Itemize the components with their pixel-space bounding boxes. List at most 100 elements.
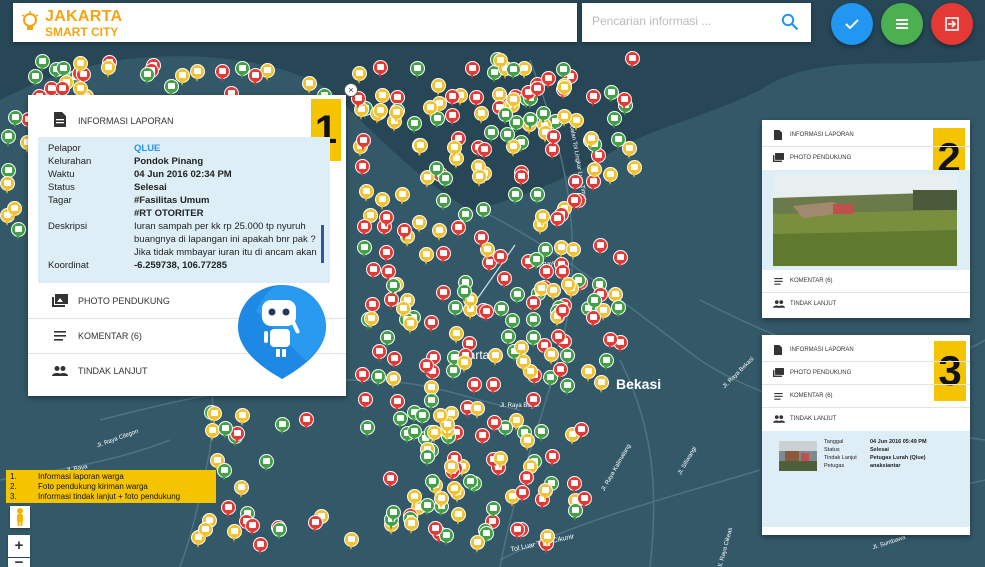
report-marker[interactable] (386, 351, 402, 370)
report-marker[interactable] (487, 414, 503, 434)
report-marker[interactable] (365, 261, 381, 281)
report-marker[interactable] (436, 245, 452, 265)
report-marker[interactable] (539, 528, 555, 548)
report-marker[interactable] (493, 300, 509, 320)
field-value[interactable]: QLUE (134, 143, 160, 154)
section-info-laporan[interactable]: INFORMASI LAPORAN (762, 124, 970, 147)
search-input[interactable] (590, 13, 774, 29)
report-marker[interactable] (587, 161, 603, 181)
report-marker[interactable] (529, 80, 545, 100)
report-marker[interactable] (235, 407, 251, 427)
report-marker[interactable] (447, 139, 463, 159)
report-marker[interactable] (351, 65, 367, 85)
report-marker[interactable] (525, 294, 541, 314)
report-marker[interactable] (355, 367, 371, 386)
report-marker[interactable] (355, 132, 371, 152)
report-marker[interactable] (568, 503, 584, 522)
report-marker[interactable] (357, 240, 373, 259)
report-marker[interactable] (626, 159, 642, 179)
report-marker[interactable] (450, 220, 466, 239)
report-marker[interactable] (428, 160, 444, 180)
support-photo[interactable] (773, 174, 957, 266)
section-komentar[interactable]: KOMENTAR (6) (762, 385, 970, 408)
report-marker[interactable] (566, 476, 582, 495)
report-marker[interactable] (378, 210, 394, 229)
report-marker[interactable] (493, 248, 509, 268)
report-marker[interactable] (308, 514, 324, 534)
report-marker[interactable] (174, 68, 190, 87)
report-marker[interactable] (252, 536, 268, 556)
report-marker[interactable] (423, 99, 439, 119)
report-marker[interactable] (488, 348, 504, 367)
report-marker[interactable] (586, 310, 602, 329)
report-marker[interactable] (275, 417, 291, 436)
report-marker[interactable] (394, 187, 410, 206)
report-marker[interactable] (513, 168, 529, 188)
pegman-icon[interactable] (10, 506, 30, 528)
report-marker[interactable] (358, 184, 374, 203)
report-marker[interactable] (198, 522, 214, 541)
report-marker[interactable] (505, 92, 521, 111)
report-marker[interactable] (526, 330, 542, 349)
report-marker[interactable] (190, 64, 206, 83)
menu-button[interactable] (881, 3, 923, 45)
report-marker[interactable] (587, 293, 603, 312)
report-marker[interactable] (73, 56, 89, 75)
report-marker[interactable] (426, 424, 442, 444)
report-marker[interactable] (525, 311, 541, 331)
report-marker[interactable] (302, 76, 318, 95)
report-marker[interactable] (28, 68, 44, 88)
report-marker[interactable] (6, 201, 22, 220)
report-marker[interactable] (364, 311, 380, 330)
report-marker[interactable] (259, 453, 275, 473)
report-marker[interactable] (396, 301, 412, 320)
report-marker[interactable] (7, 109, 23, 129)
report-marker[interactable] (427, 521, 443, 540)
report-marker[interactable] (508, 186, 524, 206)
report-marker[interactable] (436, 285, 452, 304)
report-marker[interactable] (475, 202, 491, 221)
logout-button[interactable] (931, 3, 973, 45)
report-marker[interactable] (556, 79, 572, 99)
report-marker[interactable] (218, 420, 234, 440)
check-button[interactable] (831, 3, 873, 45)
report-marker[interactable] (420, 448, 436, 468)
report-marker[interactable] (139, 66, 155, 86)
report-marker[interactable] (566, 192, 582, 212)
report-marker[interactable] (551, 328, 567, 348)
section-photo[interactable]: PHOTO PENDUKUNG (762, 362, 970, 385)
report-marker[interactable] (484, 125, 500, 144)
section-tindak-lanjut[interactable]: TINDAK LANJUT (762, 293, 970, 315)
report-marker[interactable] (383, 470, 399, 490)
report-marker[interactable] (418, 357, 434, 377)
report-marker[interactable] (214, 63, 230, 83)
report-marker[interactable] (431, 223, 447, 242)
report-marker[interactable] (396, 223, 412, 242)
report-marker[interactable] (457, 354, 473, 374)
report-marker[interactable] (359, 420, 375, 439)
report-marker[interactable] (271, 522, 287, 541)
report-marker[interactable] (486, 376, 502, 396)
report-marker[interactable] (550, 210, 566, 230)
report-marker[interactable] (505, 62, 521, 81)
report-marker[interactable] (101, 59, 117, 79)
report-marker[interactable] (412, 137, 428, 157)
report-marker[interactable] (544, 449, 560, 468)
report-marker[interactable] (245, 518, 261, 537)
report-marker[interactable] (411, 214, 427, 234)
report-marker[interactable] (616, 91, 632, 111)
report-marker[interactable] (499, 127, 515, 146)
report-marker[interactable] (565, 242, 581, 261)
report-marker[interactable] (375, 192, 391, 211)
report-marker[interactable] (557, 108, 573, 128)
zoom-out-button[interactable]: − (8, 558, 30, 567)
report-marker[interactable] (388, 104, 404, 124)
report-marker[interactable] (559, 348, 575, 367)
report-marker[interactable] (373, 60, 389, 79)
report-marker[interactable] (583, 130, 599, 150)
report-marker[interactable] (509, 522, 525, 541)
report-marker[interactable] (496, 271, 512, 290)
report-marker[interactable] (409, 61, 425, 80)
scrollbar[interactable] (321, 225, 324, 263)
report-marker[interactable] (234, 479, 250, 499)
